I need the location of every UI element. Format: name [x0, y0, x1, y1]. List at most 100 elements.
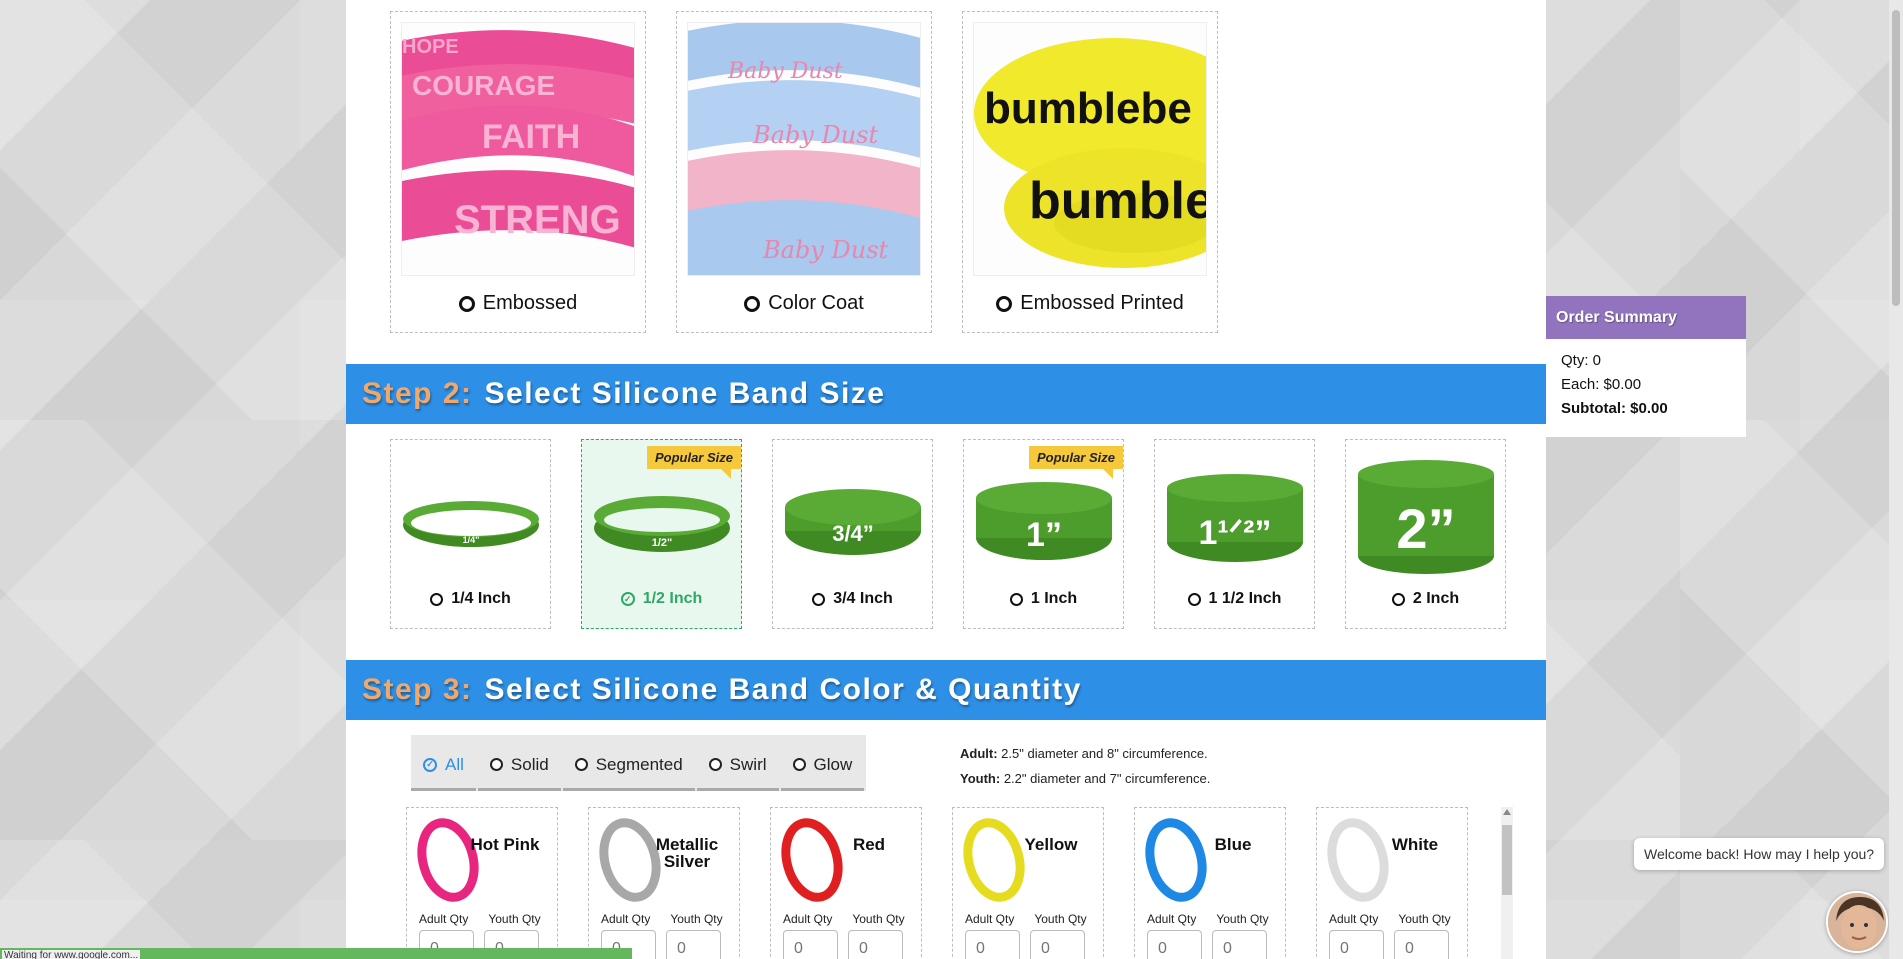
filter-label-glow: Glow: [813, 754, 853, 774]
embossed-text-3: FAITH: [482, 118, 580, 156]
size-card-one-inch[interactable]: Popular Size 1” 1 Inch: [963, 439, 1124, 629]
size-card-half-inch[interactable]: Popular Size 1/2" ✓ 1/2 Inch: [581, 439, 742, 629]
size-card-three-quarter-inch[interactable]: 3/4” 3/4 Inch: [772, 439, 933, 629]
size-option-three-quarter-inch[interactable]: 3/4 Inch: [773, 590, 932, 608]
type-card-color-coat[interactable]: Baby Dust Baby Dust Baby Dust Color Coat: [676, 11, 932, 333]
color-card-white[interactable]: White Adult Qty Youth Qty: [1316, 807, 1468, 959]
color-card-yellow[interactable]: Yellow Adult Qty Youth Qty: [952, 807, 1104, 959]
youth-qty-label: Youth Qty: [1216, 912, 1269, 926]
page-scroll-thumb[interactable]: [1892, 10, 1900, 306]
adult-qty-input[interactable]: [1147, 930, 1202, 959]
size-label-two-inch: 2 Inch: [1412, 590, 1460, 607]
step2-header: Step 2: Select Silicone Band Size: [346, 364, 1546, 424]
filter-glow[interactable]: Glow: [780, 741, 865, 791]
youth-qty-label: Youth Qty: [488, 912, 541, 926]
filter-swirl[interactable]: Swirl: [696, 741, 779, 791]
embossed-band-image: HOPE COURAGE FAITH STRENG: [401, 22, 635, 276]
popular-size-badge: Popular Size: [646, 446, 741, 479]
color-list-scrollbar[interactable]: [1501, 807, 1513, 959]
color-coat-text-2: Baby Dust: [752, 121, 879, 149]
color-card-hot-pink[interactable]: Hot Pink Adult Qty Youth Qty: [406, 807, 558, 959]
browser-status-text: Waiting for www.google.com...: [2, 950, 141, 959]
popular-size-badge: Popular Size: [1028, 446, 1123, 479]
adult-qty-input[interactable]: [783, 930, 838, 959]
summary-each: Each: $0.00: [1561, 376, 1642, 393]
band-text-one: 1”: [1026, 516, 1062, 554]
radio-icon[interactable]: [812, 592, 826, 606]
color-card-blue[interactable]: Blue Adult Qty Youth Qty: [1134, 807, 1286, 959]
embossed-printed-text-1: bumblebe: [984, 84, 1192, 133]
radio-icon[interactable]: [458, 295, 475, 312]
radio-icon[interactable]: [996, 295, 1013, 312]
color-name-blue: Blue: [1214, 835, 1252, 854]
scroll-up-icon[interactable]: [1503, 809, 1511, 815]
embossed-printed-band-image: bumblebe bumble: [973, 22, 1207, 276]
chat-agent-avatar[interactable]: [1826, 891, 1888, 953]
band-text-three-quarter: 3/4”: [832, 521, 874, 546]
color-card-metallic-silver[interactable]: Metallic Silver Adult Qty Youth Qty: [588, 807, 740, 959]
type-label-embossed-printed: Embossed Printed: [1020, 292, 1184, 314]
summary-subtotal: Subtotal: $0.00: [1561, 400, 1668, 417]
band-text-two: 2”: [1396, 497, 1455, 560]
youth-qty-input[interactable]: [848, 930, 903, 959]
size-notes: Adult: 2.5" diameter and 8" circumferenc…: [960, 741, 1210, 791]
size-card-two-inch[interactable]: 2” 2 Inch: [1345, 439, 1506, 629]
radio-icon[interactable]: [1009, 592, 1023, 606]
step3-title: Select Silicone Band Color & Quantity: [484, 673, 1082, 706]
youth-qty-input[interactable]: [666, 930, 721, 959]
size-card-quarter-inch[interactable]: 1/4" 1/4 Inch: [390, 439, 551, 629]
adult-qty-label: Adult Qty: [783, 912, 833, 926]
embossed-text-1: HOPE: [402, 36, 459, 58]
band-text-quarter: 1/4": [462, 535, 479, 545]
adult-qty-input[interactable]: [1329, 930, 1384, 959]
band-quarter-inch-icon: 1/4": [402, 501, 539, 547]
size-label-half-inch: 1/2 Inch: [642, 590, 703, 607]
radio-icon[interactable]: [1391, 592, 1405, 606]
color-card-red[interactable]: Red Adult Qty Youth Qty: [770, 807, 922, 959]
filter-segmented[interactable]: Segmented: [562, 741, 695, 791]
size-option-one-inch[interactable]: 1 Inch: [964, 590, 1123, 608]
size-card-one-half-inch[interactable]: 1¹ᐟ²” 1 1/2 Inch: [1154, 439, 1315, 629]
page-scrollbar[interactable]: [1889, 0, 1903, 959]
filter-solid[interactable]: Solid: [477, 741, 561, 791]
youth-qty-input[interactable]: [1212, 930, 1267, 959]
radio-icon[interactable]: [430, 592, 444, 606]
radio-icon[interactable]: [1187, 592, 1201, 606]
color-name-yellow: Yellow: [1024, 835, 1078, 854]
type-card-embossed[interactable]: HOPE COURAGE FAITH STRENG Embossed: [390, 11, 646, 333]
color-name-red: Red: [852, 835, 886, 854]
chat-greeting-bubble[interactable]: Welcome back! How may I help you?: [1634, 838, 1885, 870]
order-summary-title: Order Summary: [1546, 296, 1746, 339]
band-half-inch-icon: 1/2": [593, 496, 730, 552]
red-band-icon: [781, 818, 843, 902]
checked-radio-icon[interactable]: ✓: [620, 592, 635, 606]
hot-pink-band-icon: [417, 818, 479, 902]
embossed-text-4: STRENG: [454, 198, 621, 242]
step2-number: Step 2:: [362, 377, 473, 410]
band-one-half-inch-icon: 1¹ᐟ²”: [1166, 474, 1303, 562]
type-option-color-coat[interactable]: Color Coat: [677, 292, 931, 315]
size-option-half-inch[interactable]: ✓ 1/2 Inch: [582, 590, 741, 608]
scroll-thumb[interactable]: [1502, 825, 1512, 895]
adult-qty-input[interactable]: [965, 930, 1020, 959]
adult-qty-label: Adult Qty: [601, 912, 651, 926]
type-card-embossed-printed[interactable]: bumblebe bumble Embossed Printed: [962, 11, 1218, 333]
step3-header: Step 3: Select Silicone Band Color & Qua…: [346, 660, 1546, 720]
filter-all[interactable]: ✓ All: [411, 741, 476, 791]
youth-qty-input[interactable]: [1394, 930, 1449, 959]
size-option-quarter-inch[interactable]: 1/4 Inch: [391, 590, 550, 608]
order-summary: Order Summary Qty: 0 Each: $0.00 Subtota…: [1546, 296, 1746, 437]
type-option-embossed-printed[interactable]: Embossed Printed: [963, 292, 1217, 315]
band-text-one-half: 1¹ᐟ²”: [1198, 514, 1271, 552]
youth-qty-input[interactable]: [1030, 930, 1085, 959]
radio-icon[interactable]: [744, 295, 761, 312]
size-option-two-inch[interactable]: 2 Inch: [1346, 590, 1505, 608]
type-option-embossed[interactable]: Embossed: [391, 292, 645, 315]
radio-icon: [489, 758, 503, 771]
size-option-one-half-inch[interactable]: 1 1/2 Inch: [1155, 590, 1314, 608]
main-content: HOPE COURAGE FAITH STRENG Embossed Baby …: [346, 0, 1546, 959]
youth-note-label: Youth:: [960, 771, 1001, 786]
filter-label-segmented: Segmented: [595, 754, 683, 774]
size-label-one-inch: 1 Inch: [1030, 590, 1078, 607]
color-name-metallic-silver: Metallic Silver: [655, 835, 719, 871]
